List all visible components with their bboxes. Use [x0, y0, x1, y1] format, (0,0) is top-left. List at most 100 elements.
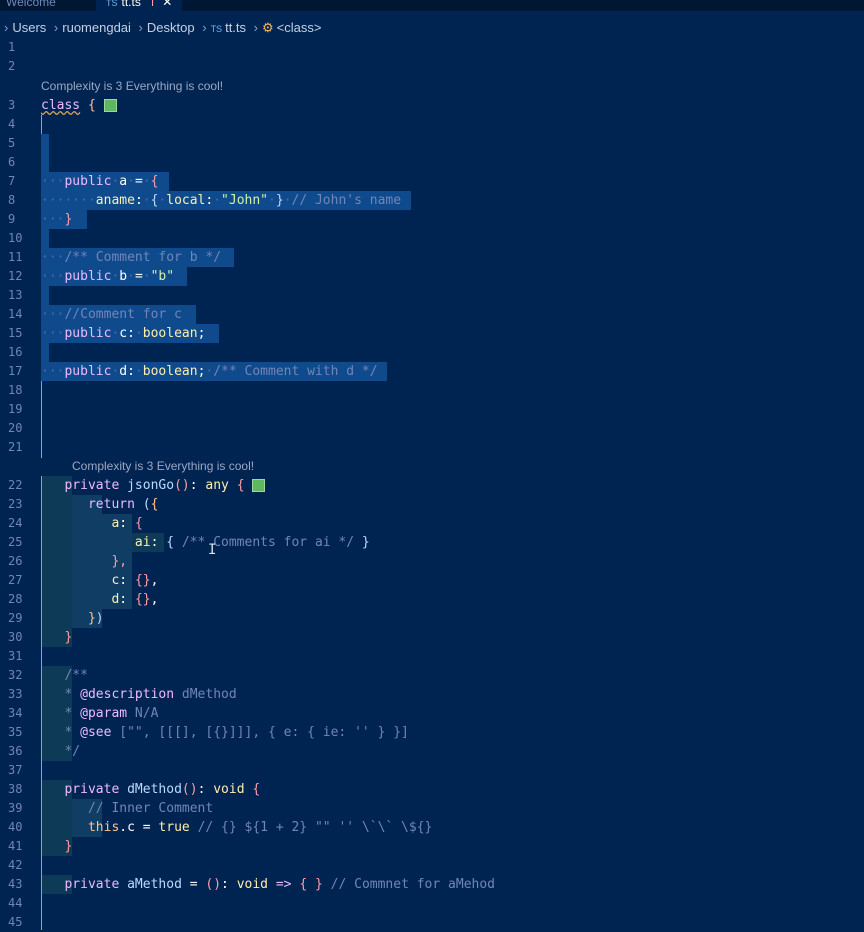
- line-number: 24: [8, 516, 23, 530]
- tab-welcome[interactable]: Welcome: [6, 0, 56, 11]
- comment: // John's name: [291, 193, 402, 208]
- keyword: return: [87, 497, 135, 512]
- code-line-29: }): [41, 609, 104, 628]
- brace: {: [252, 782, 261, 797]
- code-line-43: private aMethod = (): void => { } // Com…: [41, 875, 495, 894]
- line-number: 31: [8, 649, 23, 663]
- line-number: 20: [8, 421, 23, 435]
- selection: [41, 229, 49, 248]
- brace: {: [87, 98, 96, 113]
- codelens-complexity[interactable]: Complexity is 3 Everything is cool!: [72, 457, 254, 476]
- code-line-32: /**: [41, 666, 87, 685]
- code-line-38: private dMethod(): void {: [41, 780, 260, 799]
- line-number: 34: [8, 706, 23, 720]
- line-number: 29: [8, 611, 23, 625]
- typescript-file-icon: TS: [210, 24, 223, 34]
- chevron-right-icon: ›: [4, 20, 9, 35]
- codelens-complexity[interactable]: Complexity is 3 Everything is cool!: [41, 77, 223, 96]
- close-icon[interactable]: ✕: [162, 0, 172, 9]
- identifier: .c: [119, 820, 135, 835]
- selection: [41, 153, 49, 172]
- breadcrumb-file[interactable]: tt.ts: [225, 20, 246, 35]
- punctuation: :: [127, 364, 135, 379]
- doc-tag: @description: [80, 687, 175, 702]
- selection: [41, 286, 49, 305]
- breadcrumb-item[interactable]: ruomengdai: [62, 20, 131, 35]
- line-number: 7: [8, 174, 16, 188]
- function-name: dMethod: [127, 782, 182, 797]
- punctuation: :: [221, 877, 229, 892]
- brace: {: [134, 516, 143, 531]
- code-line-9: ···}: [41, 212, 73, 227]
- line-number: 38: [8, 782, 23, 796]
- line-number: 26: [8, 554, 23, 568]
- code-line-24: a: {: [41, 514, 143, 533]
- modified-indicator: I: [150, 0, 155, 9]
- keyword: public: [64, 364, 112, 379]
- breadcrumb-item[interactable]: Users: [12, 20, 46, 35]
- code-line-27: c: {},: [41, 571, 158, 590]
- code-line-14: ···//Comment for c: [41, 307, 182, 322]
- line-number: 35: [8, 725, 23, 739]
- doc-tag: @param: [80, 706, 128, 721]
- line-number: 43: [8, 877, 23, 891]
- line-number: 6: [8, 155, 16, 169]
- punctuation: :: [119, 592, 128, 607]
- tab-tt-ts[interactable]: TS tt.ts I ✕: [96, 0, 183, 11]
- brace: }: [314, 877, 323, 892]
- line-number: 42: [8, 858, 23, 872]
- punctuation: ,: [150, 573, 159, 588]
- punctuation: :: [134, 193, 143, 208]
- parens: (): [181, 782, 198, 797]
- line-number: 14: [8, 307, 23, 321]
- breadcrumb-item[interactable]: Desktop: [147, 20, 195, 35]
- operator: =: [134, 174, 143, 189]
- line-number: 1: [8, 40, 16, 54]
- chevron-right-icon: ›: [253, 20, 258, 35]
- code-line-36: */: [41, 742, 80, 761]
- keyword: this: [87, 820, 120, 835]
- line-number: 41: [8, 839, 23, 853]
- line-number: 37: [8, 763, 23, 777]
- punctuation: :: [119, 516, 128, 531]
- parens: ): [95, 611, 104, 626]
- string: "John": [221, 193, 269, 208]
- identifier: aname: [95, 193, 135, 208]
- tab-label: tt.ts: [121, 0, 141, 9]
- keyword: class: [41, 98, 81, 113]
- code-line-22: private jsonGo(): any {: [41, 476, 266, 495]
- code-line-7: ···public·a·=·{: [41, 174, 159, 189]
- brace: {: [236, 478, 245, 493]
- code-line-23: return ({: [41, 495, 158, 514]
- keyword: private: [64, 782, 120, 797]
- comment: // Inner Comment: [87, 801, 214, 816]
- line-number: 44: [8, 896, 23, 910]
- code-line-12: ···public·b·=·"b": [41, 269, 175, 284]
- punctuation: ,: [150, 592, 159, 607]
- line-number: 4: [8, 117, 16, 131]
- code-line-30: }: [41, 628, 72, 647]
- line-number: 28: [8, 592, 23, 606]
- code-line-39: // Inner Comment: [41, 799, 213, 818]
- keyword: public: [64, 269, 112, 284]
- identifier: d: [119, 364, 128, 379]
- tab-bar: Welcome TS tt.ts I ✕: [0, 0, 864, 11]
- type: void: [213, 782, 245, 797]
- code-line-25: ai: { /** Comments for ai */ }: [41, 533, 370, 552]
- string: "b": [150, 269, 175, 284]
- type: boolean: [142, 364, 198, 379]
- brace: }: [361, 535, 370, 550]
- typescript-file-icon: TS: [106, 0, 118, 8]
- identifier: b: [119, 269, 128, 284]
- punctuation: :: [150, 535, 159, 550]
- color-swatch-icon[interactable]: [103, 99, 117, 112]
- code-line-11: ···/** Comment for b */: [41, 250, 222, 265]
- punctuation: :: [189, 478, 198, 493]
- code-editor[interactable]: 1 2 3 4 5 6 7 8 9 10 11 12 13 14 15 16 17 18 19 20 21 22 23 24 2…: [0, 38, 864, 930]
- breadcrumb-symbol[interactable]: <class>: [277, 20, 322, 35]
- color-swatch-icon[interactable]: [252, 479, 266, 492]
- comment: dMethod: [174, 687, 237, 702]
- line-number: 19: [8, 402, 23, 416]
- keyword: public: [64, 326, 112, 341]
- line-number: 17: [8, 364, 23, 378]
